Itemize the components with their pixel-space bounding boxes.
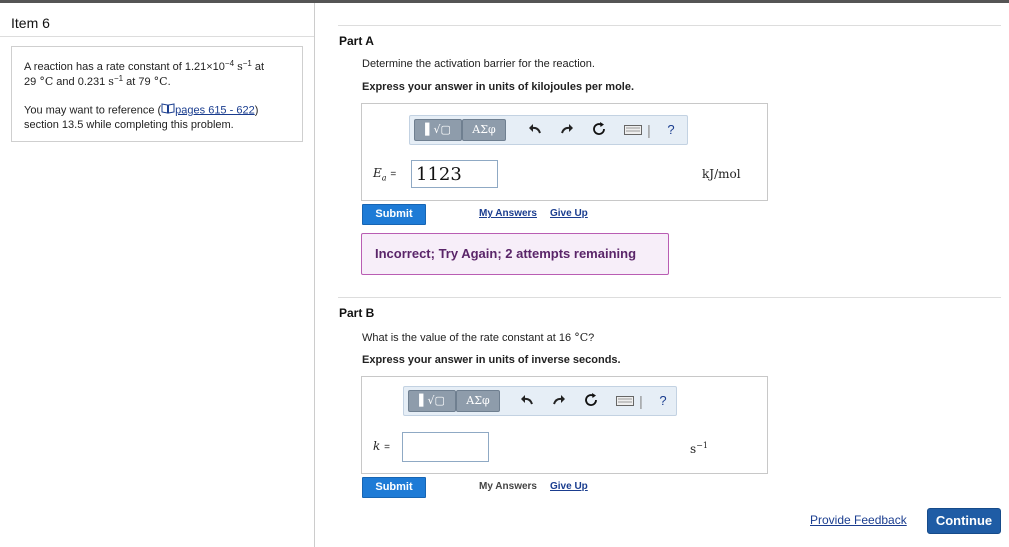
part-a-instruction: Express your answer in units of kilojoul… [362,81,635,93]
item-title: Item 6 [11,15,50,31]
toolbar-separator: | [639,393,643,409]
part-b-my-answers-label: My Answers [479,481,537,492]
part-a-submit-button[interactable]: Submit [362,204,426,225]
reference-line-2: section 13.5 while completing this probl… [24,119,234,131]
problem-line-1: A reaction has a rate constant of 1.21×1… [24,59,265,73]
part-b-answer-input[interactable] [402,432,489,462]
part-b-variable-label: k = [373,439,390,453]
symbols-button[interactable]: ΑΣφ [456,390,500,412]
part-a-title: Part A [339,34,374,48]
part-b-title: Part B [339,306,375,320]
part-b-unit: s−1 [690,441,708,456]
symbols-button[interactable]: ΑΣφ [462,119,506,141]
part-a-question: Determine the activation barrier for the… [362,58,595,70]
keyboard-icon[interactable] [616,392,634,410]
reference-line: You may want to reference (pages 615 - 6… [24,103,259,118]
part-a-give-up-link[interactable]: Give Up [550,208,588,219]
help-button[interactable]: ? [654,392,672,410]
part-b-math-toolbar: ▌√▢ ΑΣφ | ? [403,386,677,416]
part-a-divider [338,25,1001,26]
part-a-feedback-box: Incorrect; Try Again; 2 attempts remaini… [361,233,669,275]
keyboard-icon[interactable] [624,121,642,139]
redo-icon[interactable] [550,392,568,410]
continue-button[interactable]: Continue [927,508,1001,534]
part-b-divider [338,297,1001,298]
part-b-give-up-link[interactable]: Give Up [550,481,588,492]
undo-icon[interactable] [526,121,544,139]
part-a-answer-input[interactable]: 1123 [411,160,498,188]
templates-button[interactable]: ▌√▢ [408,390,456,412]
reset-icon[interactable] [590,121,608,139]
problem-sidebar: Item 6 A reaction has a rate constant of… [0,3,315,547]
book-icon [161,103,175,118]
reference-link[interactable]: pages 615 - 622 [175,104,255,116]
part-a-feedback-text: Incorrect; Try Again; 2 attempts remaini… [375,246,637,261]
part-b-question: What is the value of the rate constant a… [362,331,595,344]
part-b-submit-button[interactable]: Submit [362,477,426,498]
part-a-math-toolbar: ▌√▢ ΑΣφ | ? [409,115,688,145]
part-a-variable-label: Ea = [373,166,397,183]
problem-statement: A reaction has a rate constant of 1.21×1… [11,46,303,142]
undo-icon[interactable] [518,392,536,410]
toolbar-separator: | [647,122,651,138]
problem-line-2: 29 °C and 0.231 s−1 at 79 °C. [24,74,171,88]
part-a-unit: kJ/mol [702,167,741,181]
divider [0,36,314,37]
templates-button[interactable]: ▌√▢ [414,119,462,141]
reset-icon[interactable] [582,392,600,410]
part-a-answer-box: ▌√▢ ΑΣφ | ? Ea = 1123 kJ/mol [361,103,768,201]
part-a-my-answers-link[interactable]: My Answers [479,208,537,219]
part-b-instruction: Express your answer in units of inverse … [362,354,621,366]
provide-feedback-link[interactable]: Provide Feedback [810,513,907,527]
redo-icon[interactable] [558,121,576,139]
help-button[interactable]: ? [662,121,680,139]
part-b-answer-box: ▌√▢ ΑΣφ | ? k = s−1 [361,376,768,474]
